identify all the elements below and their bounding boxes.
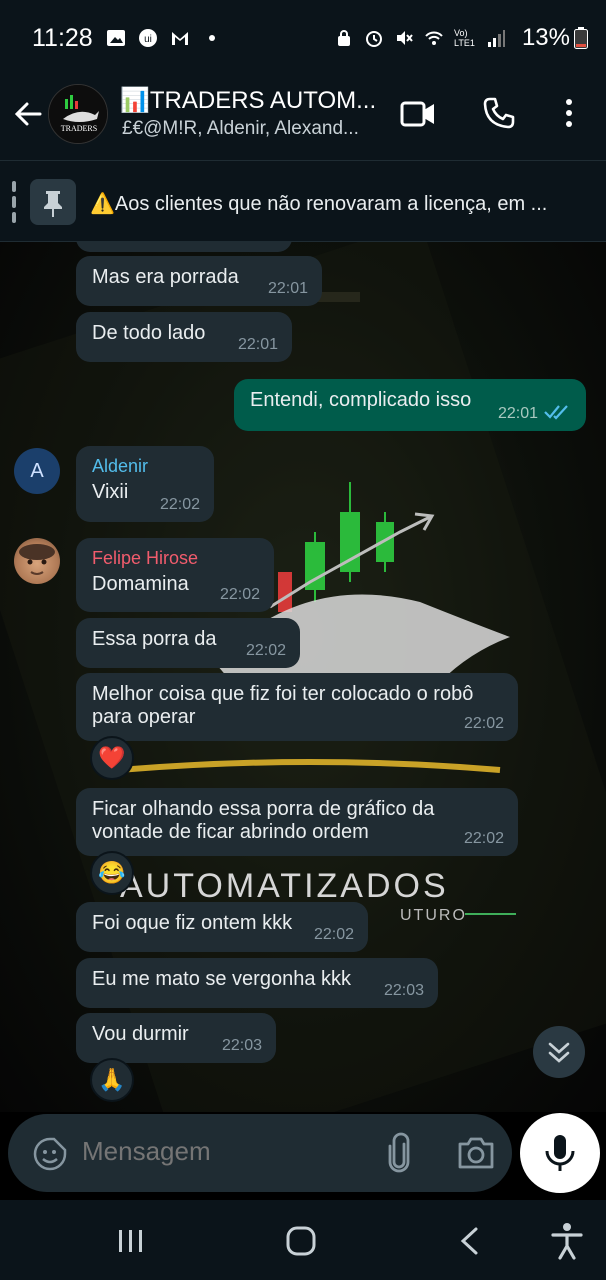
message-bubble[interactable]: Felipe Hirose Domamina 22:02 [76,538,274,612]
message-bubble[interactable]: Foi oque fiz ontem kkk 22:02 [76,902,368,952]
composer [0,1112,606,1200]
message-input-container [8,1114,512,1192]
status-bar: 11:28 ui Vo) LTE1 13% [0,0,606,80]
message-text: Melhor coisa que fiz foi ter colocado o … [92,683,474,705]
brand-subtext: UTURO [400,907,467,924]
wifi-icon [425,31,443,45]
chat-header: TRADERS 📊TRADERS AUTOM... £€@M!R, Aldeni… [0,80,606,160]
back-arrow-icon[interactable] [12,98,44,130]
message-bubble-outgoing[interactable]: Entendi, complicado isso 22:01 [234,379,586,431]
sender-name[interactable]: Aldenir [92,456,198,477]
battery-status: 13% [522,24,588,52]
message-time: 22:02 [463,830,504,847]
mute-icon [397,31,413,45]
message-text: para operar [92,706,196,728]
voice-message-button[interactable] [520,1113,600,1193]
alarm-icon [366,31,382,47]
message-bubble[interactable]: Eu me mato se vergonha kkk 22:03 [76,958,438,1008]
voice-call-icon[interactable] [482,96,516,130]
app-lock-icon [338,30,350,46]
svg-text:ui: ui [144,34,152,45]
message-time: 22:02 [159,496,200,513]
message-time: 22:02 [219,586,260,603]
message-time: 22:02 [245,642,286,659]
more-options-icon[interactable] [560,96,578,130]
pinned-indicator [12,181,16,223]
sender-name[interactable]: Felipe Hirose [92,548,258,569]
message-bubble[interactable]: Mas era porrada 22:01 [76,256,322,306]
message-bubble[interactable]: Aldenir Vixii 22:02 [76,446,214,522]
battery-icon [574,27,588,49]
message-bubble[interactable]: De todo lado 22:01 [76,312,292,362]
pinned-message-bar[interactable]: ⚠️Aos clientes que não renovaram a licen… [0,160,606,242]
battery-percent: 13% [521,24,570,51]
group-avatar[interactable]: TRADERS [48,84,108,144]
video-call-icon[interactable] [400,100,436,128]
message-bubble[interactable]: Vou durmir 22:03 [76,1013,276,1063]
system-navigation-bar [0,1200,606,1280]
message-bubble[interactable]: Ficar olhando essa porra de gráfico da v… [76,788,518,856]
message-input[interactable] [82,1136,362,1167]
pinned-message-text: ⚠️Aos clientes que não renovaram a licen… [90,193,548,215]
message-time: 22:01 [267,280,308,297]
avatar-felipe-hirose[interactable] [14,538,60,584]
message-text: Entendi, complicado isso [250,389,472,411]
app-icon: ui [139,29,157,47]
nav-back-icon[interactable] [458,1226,480,1256]
message-time: 22:01 [497,405,538,422]
avatar-aldenir[interactable]: A [14,448,60,494]
reaction-pray[interactable]: 🙏 [90,1058,134,1102]
double-chevron-down-icon [548,1042,570,1063]
accessibility-icon[interactable] [550,1222,584,1260]
message-bubble-partial[interactable] [76,242,292,252]
message-text: Ficar olhando essa porra de gráfico da [92,798,435,820]
signal-icon [488,30,505,47]
message-time: 22:03 [383,982,424,999]
message-bubble[interactable]: Melhor coisa que fiz foi ter colocado o … [76,673,518,741]
message-text: vontade de ficar abrindo ordem [92,821,369,843]
message-bubble[interactable]: Essa porra da 22:02 [76,618,300,668]
bull-logo-icon: TRADERS [49,85,107,143]
message-time: 22:02 [313,926,354,943]
camera-icon[interactable] [456,1136,496,1170]
gmail-icon [172,32,188,45]
chat-area[interactable]: AUTOMATIZADOS UTURO Mas era porrada 22:0… [0,242,606,1112]
microphone-icon [545,1135,575,1171]
read-receipt-icon [544,405,568,420]
message-text: Eu me mato se vergonha kkk [92,968,352,990]
reaction-heart[interactable]: ❤️ [90,736,134,780]
message-time: 22:03 [221,1037,262,1054]
status-time: 11:28 [32,24,93,52]
dot-icon [209,35,215,41]
brand-text: AUTOMATIZADOS [120,867,449,905]
network-label: Vo) LTE1 [454,28,475,48]
scroll-to-bottom-button[interactable] [533,1026,585,1078]
svg-text:TRADERS: TRADERS [61,124,97,133]
gallery-icon [107,30,125,46]
group-title[interactable]: 📊TRADERS AUTOM... [120,86,376,115]
message-time: 22:02 [463,715,504,732]
message-time: 22:01 [237,336,278,353]
notification-icons: ui [106,28,222,48]
sticker-emoji-icon[interactable] [32,1136,68,1172]
group-members[interactable]: £€@M!R, Aldenir, Alexand... [122,118,359,140]
home-icon[interactable] [286,1226,316,1256]
reaction-laugh[interactable]: 😂 [90,851,134,895]
attach-icon[interactable] [384,1132,414,1174]
system-icons: Vo) LTE1 [334,28,506,48]
pin-icon [30,179,76,225]
recent-apps-icon[interactable] [116,1228,146,1254]
